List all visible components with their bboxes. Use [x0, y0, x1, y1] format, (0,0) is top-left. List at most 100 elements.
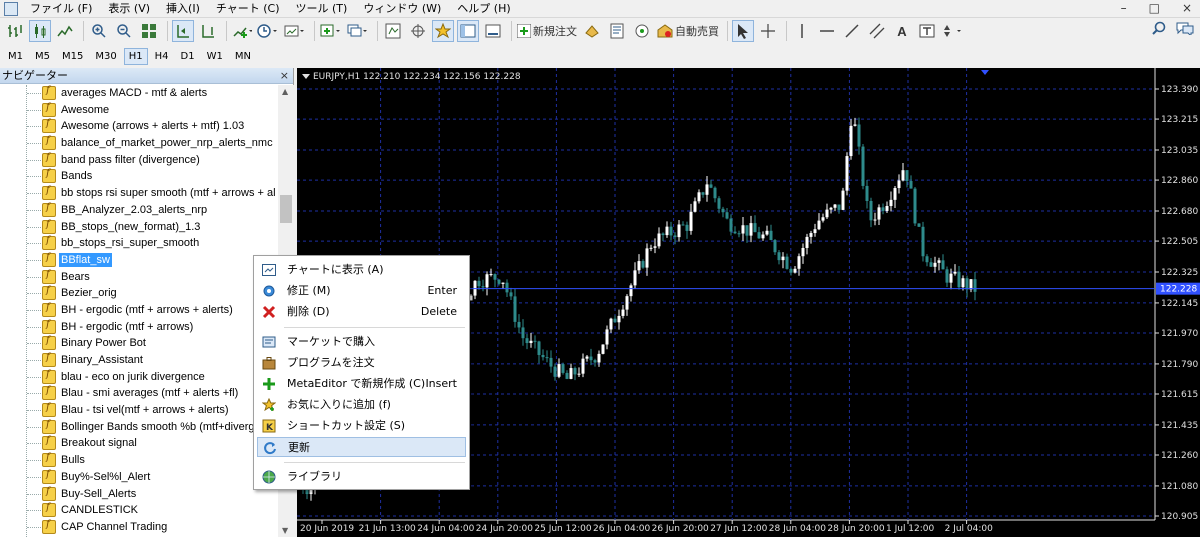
navigator-item[interactable]: averages MACD - mtf & alerts [0, 85, 278, 102]
navigator-item[interactable]: Bollinger Bands smooth %b (mtf+diverg [0, 419, 278, 436]
chart-shift-marker [981, 70, 989, 75]
navigator-item[interactable]: Awesome [0, 102, 278, 119]
context-menu-item[interactable]: 修正 (M) Enter [257, 281, 466, 301]
menu-window[interactable]: ウィンドウ (W) [355, 0, 449, 17]
minimize-button[interactable]: – [1121, 0, 1127, 17]
candle-body [849, 125, 853, 157]
text-tool-icon[interactable]: A [891, 20, 913, 42]
navigator-item[interactable]: Blau - smi averages (mtf + alerts +fl) [0, 385, 278, 402]
timeframe-m1[interactable]: M1 [3, 48, 28, 65]
navigator-item[interactable]: bb stops rsi super smooth (mtf + arrows … [0, 185, 278, 202]
horizontal-line-tool-icon[interactable] [816, 20, 838, 42]
chart-collapse-icon[interactable] [302, 74, 310, 79]
cursor-tool-icon[interactable] [732, 20, 754, 42]
navigator-item[interactable]: Bands [0, 168, 278, 185]
navigator-item[interactable]: Bulls [0, 452, 278, 469]
zoom-in-icon[interactable] [88, 20, 110, 42]
navigator-item[interactable]: Buy%-Sel%l_Alert [0, 469, 278, 486]
navigator-item[interactable]: balance_of_market_power_nrp_alerts_nmc [0, 135, 278, 152]
zoom-out-icon[interactable] [113, 20, 135, 42]
timeframe-m5[interactable]: M5 [30, 48, 55, 65]
navigator-item[interactable]: Awesome (arrows + alerts + mtf) 1.03 [0, 118, 278, 135]
navigator-item[interactable]: Bears [0, 269, 278, 286]
scroll-down-icon[interactable]: ▼ [282, 526, 288, 535]
channel-tool-icon[interactable] [866, 20, 888, 42]
context-menu-item[interactable]: マーケットで購入 [257, 332, 466, 352]
context-menu-item[interactable]: お気に入りに追加 (f) [257, 395, 466, 415]
strategy-tester-icon[interactable] [482, 20, 504, 42]
trendline-tool-icon[interactable] [841, 20, 863, 42]
navigator-item[interactable]: Bezier_orig [0, 285, 278, 302]
navigator-item[interactable]: BB_Analyzer_2.03_alerts_nrp [0, 202, 278, 219]
navigator-item[interactable]: bb_stops_rsi_super_smooth [0, 235, 278, 252]
tile-windows-icon[interactable] [138, 20, 160, 42]
auto-scroll-icon[interactable] [172, 20, 194, 42]
timeframe-d1[interactable]: D1 [176, 48, 200, 65]
search-icon[interactable] [1152, 21, 1166, 35]
crosshair-tool-icon[interactable] [757, 20, 779, 42]
timeframe-h4[interactable]: H4 [150, 48, 174, 65]
profiles-icon[interactable] [346, 20, 370, 42]
context-menu-item[interactable]: ライブラリ [257, 467, 466, 487]
navigator-item[interactable]: CAP Channel Trading [0, 519, 278, 536]
terminal-icon[interactable] [457, 20, 479, 42]
auto-trading-button[interactable]: 自動売買 [656, 20, 720, 42]
timeframe-w1[interactable]: W1 [202, 48, 228, 65]
scrollbar-thumb[interactable] [280, 195, 292, 223]
scroll-up-icon[interactable]: ▲ [282, 87, 288, 96]
context-menu-item[interactable]: 更新 [257, 437, 466, 457]
chart-shift-icon[interactable] [197, 20, 219, 42]
menu-tools[interactable]: ツール (T) [288, 0, 356, 17]
navigator-item[interactable]: blau - eco on jurik divergence [0, 369, 278, 386]
navigator-icon[interactable] [432, 20, 454, 42]
context-menu-item[interactable]: 削除 (D) Delete [257, 302, 466, 322]
close-icon[interactable]: × [280, 68, 289, 83]
label-tool-icon[interactable] [916, 20, 938, 42]
new-order-button[interactable]: 新規注文 [516, 20, 578, 42]
navigator-item[interactable]: BBflat_sw [0, 252, 278, 269]
templates-icon[interactable] [283, 20, 307, 42]
navigator-item[interactable]: BH - ergodic (mtf + arrows + alerts) [0, 302, 278, 319]
navigator-item[interactable]: CANDLESTICK [0, 502, 278, 519]
vertical-line-tool-icon[interactable] [791, 20, 813, 42]
line-chart-button[interactable] [54, 20, 76, 42]
market-watch-icon[interactable] [382, 20, 404, 42]
context-menu-item[interactable]: K ショートカット設定 (S) [257, 416, 466, 436]
close-button[interactable]: × [1182, 0, 1192, 17]
context-menu-item[interactable]: チャートに表示 (A) [257, 260, 466, 280]
indicator-icon [42, 419, 56, 434]
menu-file[interactable]: ファイル (F) [22, 0, 100, 17]
menu-help[interactable]: ヘルプ (H) [449, 0, 518, 17]
new-chart-icon[interactable] [319, 20, 343, 42]
metaeditor-icon[interactable] [581, 20, 603, 42]
navigator-item[interactable]: Blau - tsi vel(mtf + arrows + alerts) [0, 402, 278, 419]
navigator-item[interactable]: BH - ergodic (mtf + arrows) [0, 319, 278, 336]
menu-insert[interactable]: 挿入(I) [158, 0, 208, 17]
timeframe-m15[interactable]: M15 [57, 48, 88, 65]
context-menu-item[interactable]: MetaEditor で新規作成 (C) Insert [257, 374, 466, 394]
menu-chart[interactable]: チャート (C) [208, 0, 288, 17]
navigator-item[interactable]: Breakout signal [0, 435, 278, 452]
navigator-item[interactable]: Buy-Sell_Alerts [0, 486, 278, 503]
navigator-item[interactable]: band pass filter (divergence) [0, 152, 278, 169]
timeframe-mn[interactable]: MN [230, 48, 256, 65]
timeframe-h1[interactable]: H1 [123, 47, 148, 65]
bar-chart-button[interactable] [4, 20, 26, 42]
candle-body [845, 156, 849, 191]
chat-icon[interactable] [1176, 21, 1194, 35]
indicator-icon [42, 335, 56, 351]
mql5-market-icon[interactable] [606, 20, 628, 42]
candlestick-button[interactable] [29, 20, 51, 42]
periods-icon[interactable] [256, 20, 280, 42]
indicators-icon[interactable] [231, 20, 253, 42]
menu-view[interactable]: 表示 (V) [100, 0, 158, 17]
crosshair-data-icon[interactable] [407, 20, 429, 42]
navigator-item[interactable]: Binary_Assistant [0, 352, 278, 369]
timeframe-m30[interactable]: M30 [90, 48, 121, 65]
context-menu-item[interactable]: プログラムを注文 [257, 353, 466, 373]
restore-button[interactable]: □ [1149, 0, 1160, 17]
navigator-item[interactable]: BB_stops_(new_format)_1.3 [0, 219, 278, 236]
navigator-item[interactable]: Binary Power Bot [0, 335, 278, 352]
signals-icon[interactable] [631, 20, 653, 42]
arrows-tool-icon[interactable] [941, 20, 965, 42]
